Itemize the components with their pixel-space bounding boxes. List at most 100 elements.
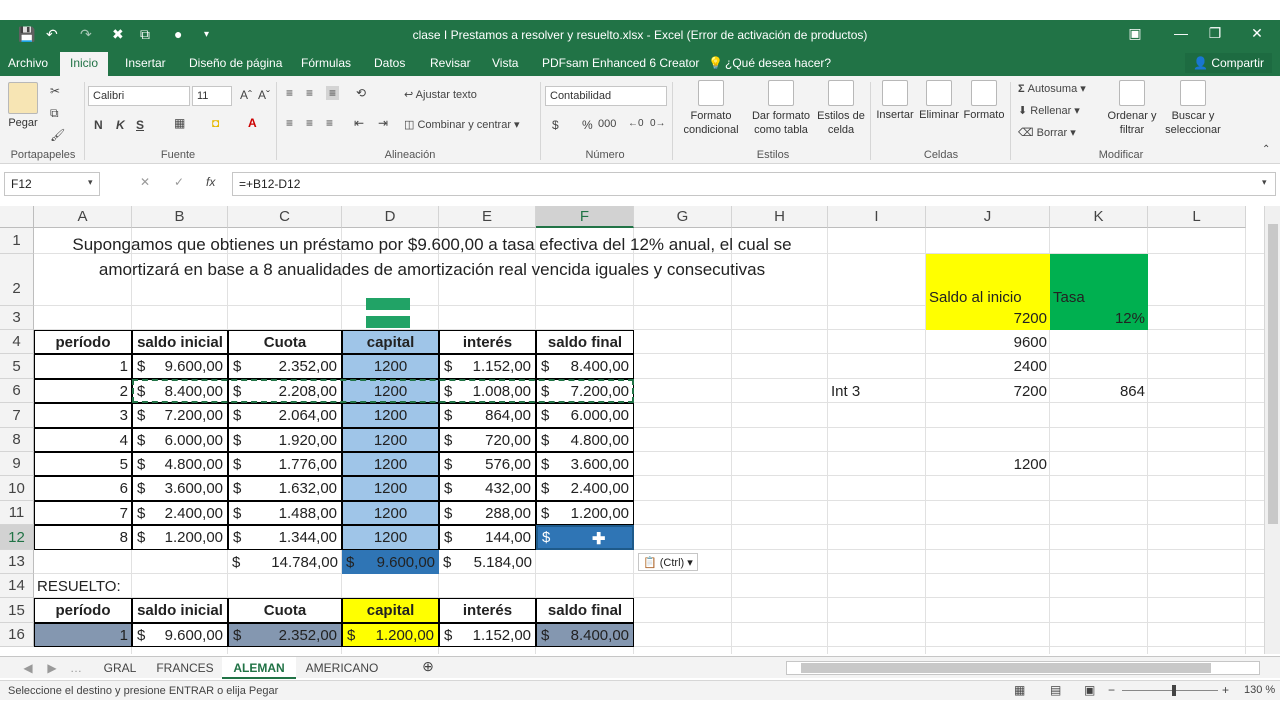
- row-header-12[interactable]: 12: [0, 525, 34, 550]
- sort-filter-button[interactable]: Ordenar y filtrar: [1104, 80, 1160, 137]
- cell-j5[interactable]: 2400: [926, 354, 1050, 379]
- increase-decimal-icon[interactable]: ←0: [628, 118, 644, 129]
- row-header-1[interactable]: 1: [0, 228, 34, 254]
- format-painter-icon[interactable]: 🖌: [50, 128, 65, 142]
- column-header-d[interactable]: D: [342, 206, 439, 228]
- cell-interes[interactable]: $288,00: [439, 501, 536, 525]
- conditional-format-button[interactable]: Formato condicional: [678, 80, 744, 137]
- tab-datos[interactable]: Datos: [374, 56, 405, 70]
- column-header-j[interactable]: J: [926, 206, 1050, 228]
- cell-capital[interactable]: 1200: [342, 501, 439, 525]
- name-box[interactable]: F12: [4, 172, 100, 196]
- maximize-icon[interactable]: ❐: [1200, 25, 1230, 42]
- cell-capital[interactable]: 1200: [342, 476, 439, 501]
- tab-inicio[interactable]: Inicio: [60, 52, 109, 76]
- currency-button[interactable]: $: [552, 118, 559, 132]
- cell-cuota[interactable]: $1.632,00: [228, 476, 342, 501]
- cell-periodo[interactable]: 1: [34, 354, 132, 379]
- cell-cuota[interactable]: $1.488,00: [228, 501, 342, 525]
- italic-button[interactable]: K: [116, 118, 125, 132]
- align-middle-icon[interactable]: ≡: [306, 86, 313, 100]
- align-bottom-icon[interactable]: ≡: [326, 86, 340, 100]
- format-cells-button[interactable]: Formato: [962, 80, 1006, 121]
- cell-periodo[interactable]: 7: [34, 501, 132, 525]
- cell-saldo-inicial[interactable]: $2.400,00: [132, 501, 228, 525]
- row-header-9[interactable]: 9: [0, 452, 34, 476]
- collapse-ribbon-icon[interactable]: ⌃: [1262, 144, 1270, 155]
- fx-icon[interactable]: fx: [206, 175, 215, 189]
- cell-periodo[interactable]: 4: [34, 428, 132, 452]
- cut-icon[interactable]: ✂: [50, 84, 60, 98]
- select-all-corner[interactable]: [0, 206, 34, 228]
- row-header-13[interactable]: 13: [0, 550, 34, 574]
- cell-interes[interactable]: $432,00: [439, 476, 536, 501]
- align-left-icon[interactable]: ≡: [286, 116, 293, 130]
- cell-interes[interactable]: $576,00: [439, 452, 536, 476]
- cell-capital[interactable]: 1200: [342, 428, 439, 452]
- vertical-scroll-thumb[interactable]: [1268, 224, 1278, 524]
- row-header-11[interactable]: 11: [0, 501, 34, 525]
- close-icon[interactable]: ✕: [1242, 25, 1272, 42]
- ribbon-display-icon[interactable]: ▣: [1120, 25, 1150, 42]
- font-size-select[interactable]: 11: [192, 86, 232, 106]
- font-name-select[interactable]: Calibri: [88, 86, 190, 106]
- horizontal-scrollbar[interactable]: [786, 661, 1260, 675]
- cell-i6[interactable]: Int 3: [828, 379, 926, 403]
- cell-styles-button[interactable]: Estilos de celda: [814, 80, 868, 137]
- thousands-button[interactable]: 000: [598, 118, 616, 130]
- saldo-inicio-value[interactable]: 7200: [926, 306, 1050, 330]
- sheet-tab-frances[interactable]: FRANCES: [150, 657, 220, 679]
- expand-formula-icon[interactable]: ▾: [1262, 177, 1267, 188]
- align-top-icon[interactable]: ≡: [286, 86, 293, 100]
- table-header-e[interactable]: interés: [439, 330, 536, 354]
- row-header-8[interactable]: 8: [0, 428, 34, 452]
- cell-saldo-inicial[interactable]: $3.600,00: [132, 476, 228, 501]
- grow-font-icon[interactable]: Aˆ: [240, 88, 252, 102]
- name-box-dropdown-icon[interactable]: ▾: [88, 177, 93, 188]
- selected-cell-f12[interactable]: $: [536, 525, 634, 550]
- cell-saldo-final[interactable]: $4.800,00: [536, 428, 634, 452]
- fill-button[interactable]: ⬇ Rellenar ▾: [1018, 104, 1080, 117]
- autosum-button[interactable]: Σ Autosuma ▾: [1018, 82, 1086, 95]
- cell-saldo-inicial[interactable]: $7.200,00: [132, 403, 228, 428]
- problem-statement[interactable]: Supongamos que obtienes un préstamo por …: [42, 228, 822, 302]
- table-header-b[interactable]: saldo inicial: [132, 330, 228, 354]
- cell-periodo[interactable]: 5: [34, 452, 132, 476]
- tab-revisar[interactable]: Revisar: [430, 56, 471, 70]
- column-header-f[interactable]: F: [536, 206, 634, 228]
- zoom-slider[interactable]: [1122, 690, 1218, 691]
- cell-periodo[interactable]: 3: [34, 403, 132, 428]
- resuelto-saldo-inicial[interactable]: $9.600,00: [132, 623, 228, 647]
- row-header-15[interactable]: 15: [0, 598, 34, 623]
- underline-button[interactable]: S: [136, 118, 144, 132]
- page-break-icon[interactable]: ▣: [1084, 683, 1095, 697]
- tasa-label[interactable]: Tasa: [1050, 254, 1148, 306]
- worksheet-grid[interactable]: ABCDEFGHIJKL 1 2 3 4 5 6 7 8 9 10 11 12 13 14 15 16 Sup…: [0, 206, 1264, 654]
- zoom-in-icon[interactable]: +: [1222, 683, 1229, 697]
- enter-icon[interactable]: ✓: [174, 175, 184, 189]
- merge-center-button[interactable]: ◫ Combinar y centrar ▾: [404, 118, 520, 131]
- row-header-10[interactable]: 10: [0, 476, 34, 501]
- row-header-2[interactable]: 2: [0, 254, 34, 306]
- column-header-l[interactable]: L: [1148, 206, 1246, 228]
- minimize-icon[interactable]: —: [1166, 25, 1196, 41]
- formula-input[interactable]: =+B12-D12: [232, 172, 1276, 196]
- insert-cells-button[interactable]: Insertar: [874, 80, 916, 121]
- tasa-value[interactable]: 12%: [1050, 306, 1148, 330]
- find-select-button[interactable]: Buscar y seleccionar: [1162, 80, 1224, 137]
- resuelto-cuota[interactable]: $2.352,00: [228, 623, 342, 647]
- total-cuota[interactable]: $14.784,00: [228, 550, 342, 574]
- saldo-inicio-label[interactable]: Saldo al inicio: [926, 254, 1050, 306]
- decrease-indent-icon[interactable]: ⇤: [354, 116, 364, 130]
- cell-capital[interactable]: 1200: [342, 452, 439, 476]
- wrap-text-button[interactable]: ↩ Ajustar texto: [404, 88, 477, 101]
- cell-j9[interactable]: 1200: [926, 452, 1050, 476]
- cancel-icon[interactable]: ✕: [140, 175, 150, 189]
- next-sheet-icon[interactable]: ▶: [44, 657, 60, 679]
- resuelto-header-c[interactable]: Cuota: [228, 598, 342, 623]
- resuelto-periodo[interactable]: 1: [34, 623, 132, 647]
- row-header-7[interactable]: 7: [0, 403, 34, 428]
- cell-saldo-inicial[interactable]: $9.600,00: [132, 354, 228, 379]
- resuelto-header-a[interactable]: período: [34, 598, 132, 623]
- cell-capital[interactable]: 1200: [342, 354, 439, 379]
